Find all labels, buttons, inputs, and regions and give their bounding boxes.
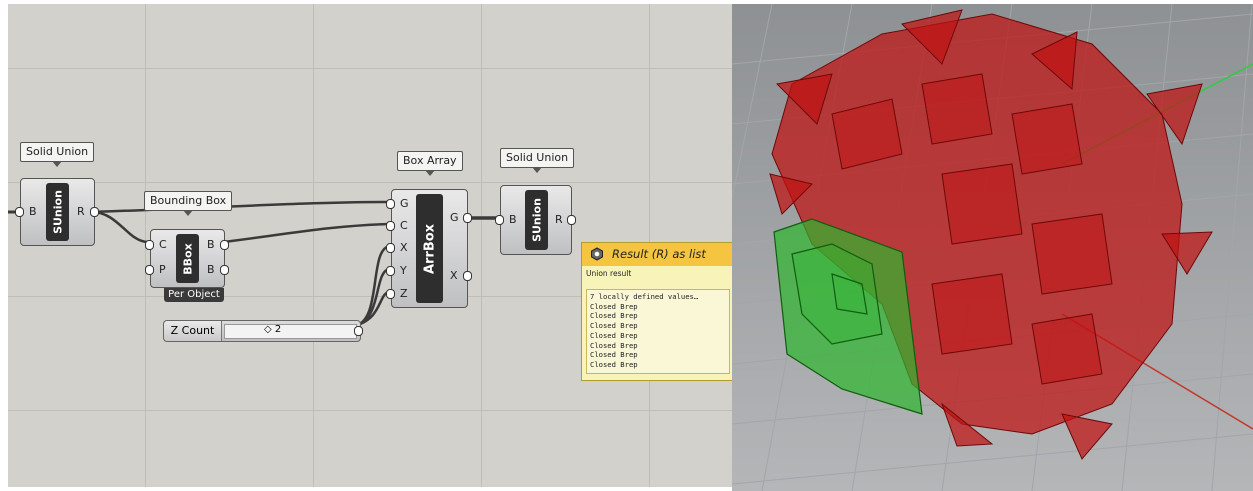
wire-sunion-to-bbox bbox=[91, 210, 149, 244]
wire-sunion-to-arrbox-g bbox=[91, 200, 391, 214]
bounding-box-output-b1[interactable]: B bbox=[207, 239, 215, 251]
result-tooltip: Result (R) as list Union result 7 locall… bbox=[581, 242, 732, 381]
solid-union-2-input-b[interactable]: B bbox=[509, 214, 517, 226]
bbox-grip-b2[interactable] bbox=[220, 265, 229, 275]
slider-label: Z Count bbox=[164, 321, 222, 341]
solid-union-1-label: Solid Union bbox=[20, 142, 95, 167]
tooltip-line: Closed Brep bbox=[590, 359, 638, 369]
wire-slider-to-arrbox-x bbox=[352, 244, 391, 328]
slider-value[interactable]: ◇ 2 bbox=[264, 323, 281, 337]
solid-union-1-component[interactable]: B SUnion R bbox=[15, 178, 99, 246]
tooltip-line: Closed Brep bbox=[590, 301, 638, 311]
bounding-box-output-b2[interactable]: B bbox=[207, 264, 215, 276]
solid-union-1-output-r[interactable]: R bbox=[77, 206, 85, 218]
solid-union-2-label: Solid Union bbox=[500, 148, 575, 173]
arrbox-grip-out-g[interactable] bbox=[463, 213, 472, 223]
box-array-input-c[interactable]: C bbox=[400, 220, 408, 232]
box-array-output-x[interactable]: X bbox=[450, 270, 458, 282]
bbox-grip-b1[interactable] bbox=[220, 240, 229, 250]
solid-union-1-input-b[interactable]: B bbox=[29, 206, 37, 218]
box-array-input-z[interactable]: Z bbox=[400, 288, 408, 300]
box-array-label: Box Array bbox=[397, 151, 463, 176]
tooltip-line: Closed Brep bbox=[590, 330, 638, 340]
arrbox-grip-x[interactable] bbox=[386, 243, 395, 253]
tooltip-line: Closed Brep bbox=[590, 340, 638, 350]
bounding-box-input-p[interactable]: P bbox=[159, 264, 166, 276]
tooltip-line: 7 locally defined values… bbox=[590, 292, 699, 301]
arrbox-grip-out-x[interactable] bbox=[463, 271, 472, 281]
solid-union-2-core: SUnion bbox=[525, 190, 548, 250]
bbox-grip-c[interactable] bbox=[145, 240, 154, 250]
tooltip-title: Result (R) as list bbox=[612, 247, 706, 261]
tooltip-subtitle: Union result bbox=[586, 269, 632, 278]
bounding-box-label: Bounding Box bbox=[144, 191, 233, 216]
solid-union-1-output-grip[interactable] bbox=[90, 207, 99, 217]
wire-bbox-to-arrbox-c bbox=[223, 222, 391, 244]
param-icon bbox=[591, 247, 603, 261]
sunion2-grip-r[interactable] bbox=[567, 215, 576, 225]
tooltip-line: Closed Brep bbox=[590, 350, 638, 360]
bounding-box-nickname: BBox bbox=[181, 242, 194, 275]
box-array-input-y[interactable]: Y bbox=[400, 265, 407, 277]
tooltip-header: Result (R) as list bbox=[582, 243, 732, 266]
solid-union-2-output-r[interactable]: R bbox=[555, 214, 563, 226]
box-array-input-g[interactable]: G bbox=[400, 198, 409, 210]
sunion2-grip-b[interactable] bbox=[495, 215, 504, 225]
slider-track[interactable] bbox=[224, 324, 357, 339]
box-array-nickname: ArrBox bbox=[422, 223, 437, 274]
slider-output-grip[interactable] bbox=[354, 326, 363, 336]
viewport-scene bbox=[732, 4, 1253, 491]
solid-union-1-nickname: SUnion bbox=[51, 190, 64, 234]
tooltip-value-list: 7 locally defined values… Closed Brep Cl… bbox=[586, 289, 730, 374]
bounding-box-input-c[interactable]: C bbox=[159, 239, 167, 251]
box-array-output-g[interactable]: G bbox=[450, 212, 459, 224]
box-array-core: ArrBox bbox=[416, 194, 443, 303]
solid-union-2-component[interactable]: B SUnion R bbox=[495, 185, 576, 255]
solid-union-1-input-grip[interactable] bbox=[15, 207, 24, 217]
arrbox-grip-c[interactable] bbox=[386, 221, 395, 231]
grasshopper-canvas[interactable]: Solid Union B SUnion R Bounding Box C P … bbox=[8, 4, 732, 487]
rhino-viewport[interactable] bbox=[732, 4, 1253, 491]
z-count-slider[interactable]: Z Count ◇ 2 bbox=[163, 320, 363, 342]
bounding-box-core: BBox bbox=[176, 234, 199, 283]
tooltip-line: Closed Brep bbox=[590, 311, 638, 321]
per-object-option[interactable]: Per Object bbox=[164, 288, 224, 302]
arrbox-grip-z[interactable] bbox=[386, 289, 395, 299]
arrbox-grip-g[interactable] bbox=[386, 199, 395, 209]
screenshot-root: Solid Union B SUnion R Bounding Box C P … bbox=[0, 0, 1253, 491]
box-array-component[interactable]: G C X Y Z ArrBox G X bbox=[386, 189, 472, 308]
tooltip-line: Closed Brep bbox=[590, 321, 638, 331]
bounding-box-component[interactable]: C P BBox B B bbox=[145, 229, 229, 288]
arrbox-grip-y[interactable] bbox=[386, 266, 395, 276]
solid-union-2-nickname: SUnion bbox=[530, 198, 543, 242]
bbox-grip-p[interactable] bbox=[145, 265, 154, 275]
solid-union-1-core: SUnion bbox=[46, 183, 69, 241]
box-array-input-x[interactable]: X bbox=[400, 242, 408, 254]
